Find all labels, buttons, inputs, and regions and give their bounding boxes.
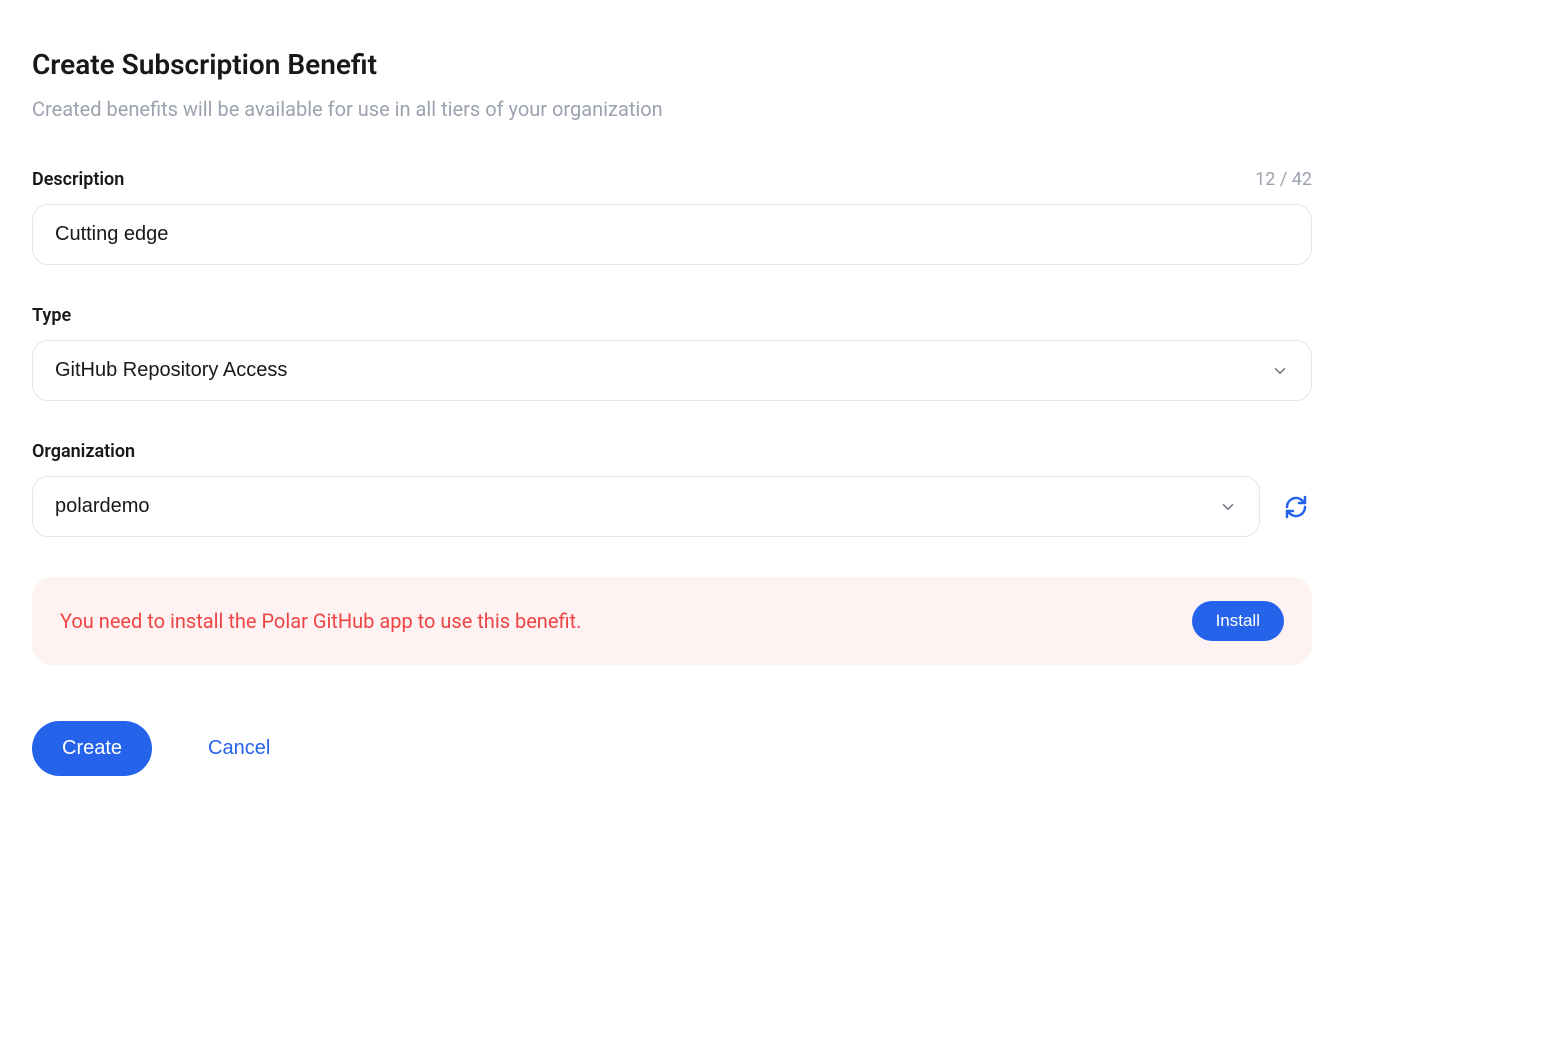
page-subtitle: Created benefits will be available for u… <box>32 97 1312 121</box>
organization-label: Organization <box>32 441 135 462</box>
install-button[interactable]: Install <box>1192 601 1284 641</box>
refresh-icon <box>1284 495 1308 519</box>
type-selected-value: GitHub Repository Access <box>55 359 287 382</box>
type-field-group: Type GitHub Repository Access <box>32 305 1312 401</box>
create-button[interactable]: Create <box>32 721 152 776</box>
organization-field-group: Organization polardemo <box>32 441 1312 537</box>
action-buttons: Create Cancel <box>32 721 1312 776</box>
page-title: Create Subscription Benefit <box>32 48 1312 81</box>
alert-message: You need to install the Polar GitHub app… <box>60 609 581 633</box>
refresh-button[interactable] <box>1280 491 1312 523</box>
install-alert: You need to install the Polar GitHub app… <box>32 577 1312 665</box>
description-label: Description <box>32 169 124 190</box>
description-input[interactable] <box>32 204 1312 265</box>
type-select[interactable]: GitHub Repository Access <box>32 340 1312 401</box>
organization-select[interactable]: polardemo <box>32 476 1260 537</box>
chevron-down-icon <box>1271 362 1289 380</box>
cancel-button[interactable]: Cancel <box>208 737 270 760</box>
organization-selected-value: polardemo <box>55 495 150 518</box>
description-field-group: Description 12 / 42 <box>32 169 1312 265</box>
description-char-count: 12 / 42 <box>1255 169 1312 190</box>
chevron-down-icon <box>1219 498 1237 516</box>
type-label: Type <box>32 305 71 326</box>
